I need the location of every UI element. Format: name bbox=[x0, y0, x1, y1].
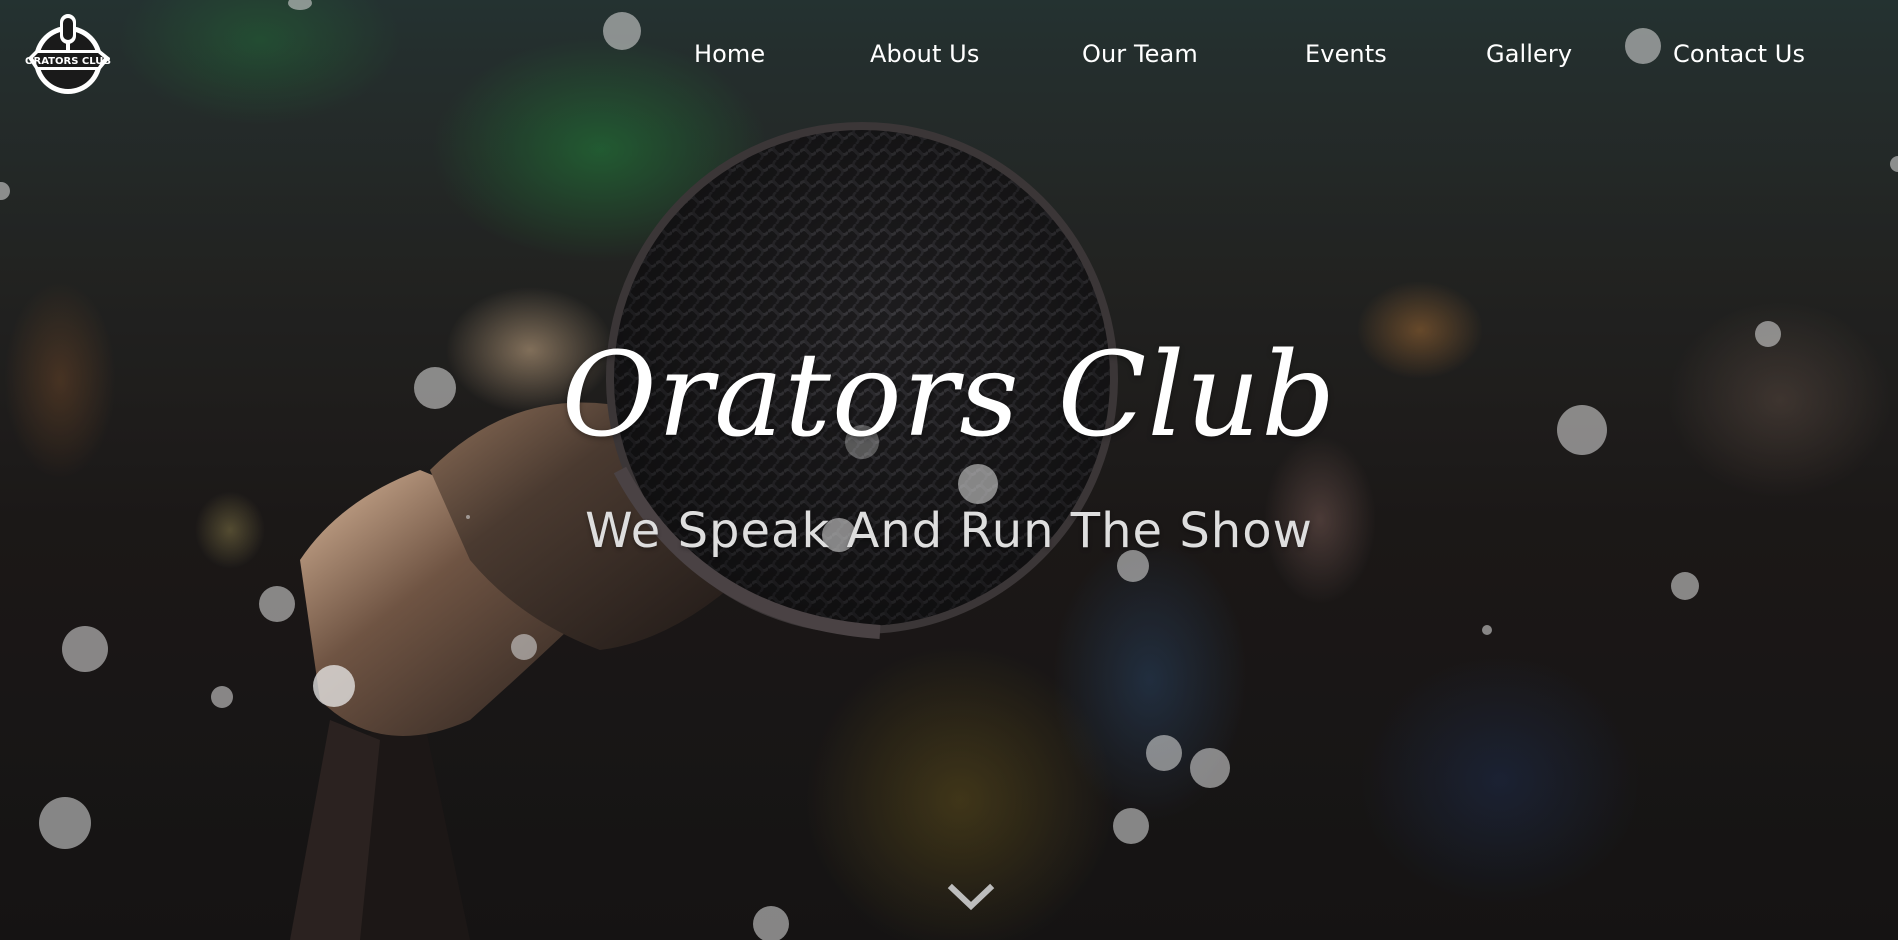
nav-link-events[interactable]: Events bbox=[1305, 40, 1387, 68]
hero-title: Orators Club bbox=[561, 328, 1337, 463]
nav-link-contact-us[interactable]: Contact Us bbox=[1673, 40, 1805, 68]
nav-link-gallery[interactable]: Gallery bbox=[1486, 40, 1572, 68]
hero-section: ORATORS CLUB Home About Us Our Team Even… bbox=[0, 0, 1898, 940]
nav-link-about-us[interactable]: About Us bbox=[870, 40, 979, 68]
hero-subtitle: We Speak And Run The Show bbox=[585, 503, 1313, 559]
nav-link-home[interactable]: Home bbox=[694, 40, 765, 68]
chevron-down-icon[interactable] bbox=[946, 880, 996, 914]
microphone-background-image bbox=[290, 122, 1118, 940]
nav-link-our-team[interactable]: Our Team bbox=[1082, 40, 1198, 68]
main-navigation: Home About Us Our Team Events Gallery Co… bbox=[0, 40, 1898, 80]
